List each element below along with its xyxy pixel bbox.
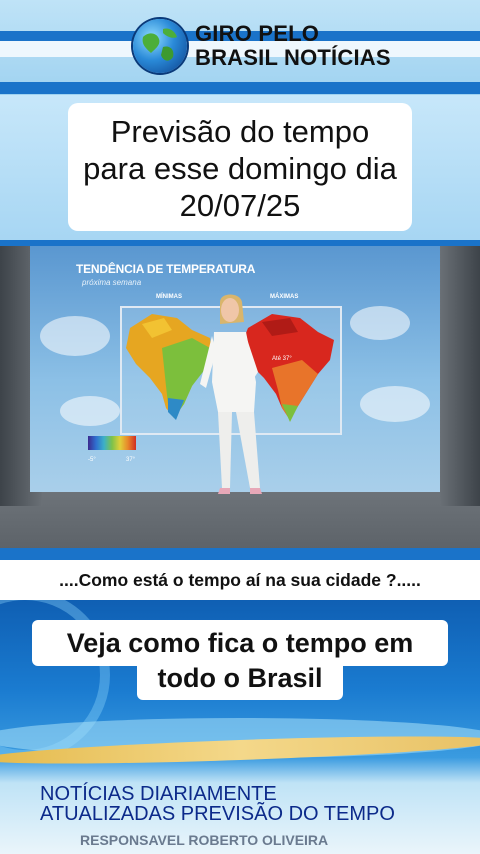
title-line-1: Previsão do tempo [110,114,370,149]
subtitle-line-1: Veja como fica o tempo em [66,628,414,658]
title-line-2: para esse domingo dia [83,151,397,186]
footer-credit: RESPONSAVEL ROBERTO OLIVEIRA [80,832,329,848]
weather-video-frame[interactable]: TENDÊNCIA DE TEMPERATURA próxima semana … [0,246,480,548]
header-stripe-bottom [0,82,480,94]
cloud [60,396,120,426]
studio-wall-right [440,246,480,506]
screen-title: TENDÊNCIA DE TEMPERATURA [76,262,256,276]
header-banner: GIRO PELO BRASIL NOTÍCIAS [0,0,480,95]
footer-line-1: NOTÍCIAS DIARIAMENTE [40,783,277,805]
brand-line-2: BRASIL NOTÍCIAS [195,45,391,70]
temperature-scale [88,436,136,450]
brand-line-1: GIRO PELO [195,21,320,46]
presenter [196,292,276,507]
scale-min-label: -5° [88,457,96,463]
globe-icon [133,19,187,73]
title-area: Previsão do tempo para esse domingo dia … [0,95,480,240]
lower-section: Veja como fica o tempo em todo o Brasil … [0,600,480,854]
screen-subtitle: próxima semana [82,278,142,287]
title-line-3: 20/07/25 [179,188,301,223]
title-box: Previsão do tempo para esse domingo dia … [68,103,412,231]
scale-max-label: 37° [126,457,136,463]
cloud [40,316,110,356]
cloud [350,306,410,340]
subtitle-line-2: todo o Brasil [157,663,323,693]
brand-title: GIRO PELO BRASIL NOTÍCIAS [195,22,391,70]
label-min: MÍNIMAS [156,294,182,300]
footer-line-2: ATUALIZADAS PREVISÃO DO TEMPO [40,803,395,825]
question-text: ....Como está o tempo aí na sua cidade ?… [59,570,421,590]
separator [0,548,480,560]
cloud [360,386,430,422]
question-banner: ....Como está o tempo aí na sua cidade ?… [0,560,480,600]
page-title: Previsão do tempo para esse domingo dia … [68,113,412,224]
